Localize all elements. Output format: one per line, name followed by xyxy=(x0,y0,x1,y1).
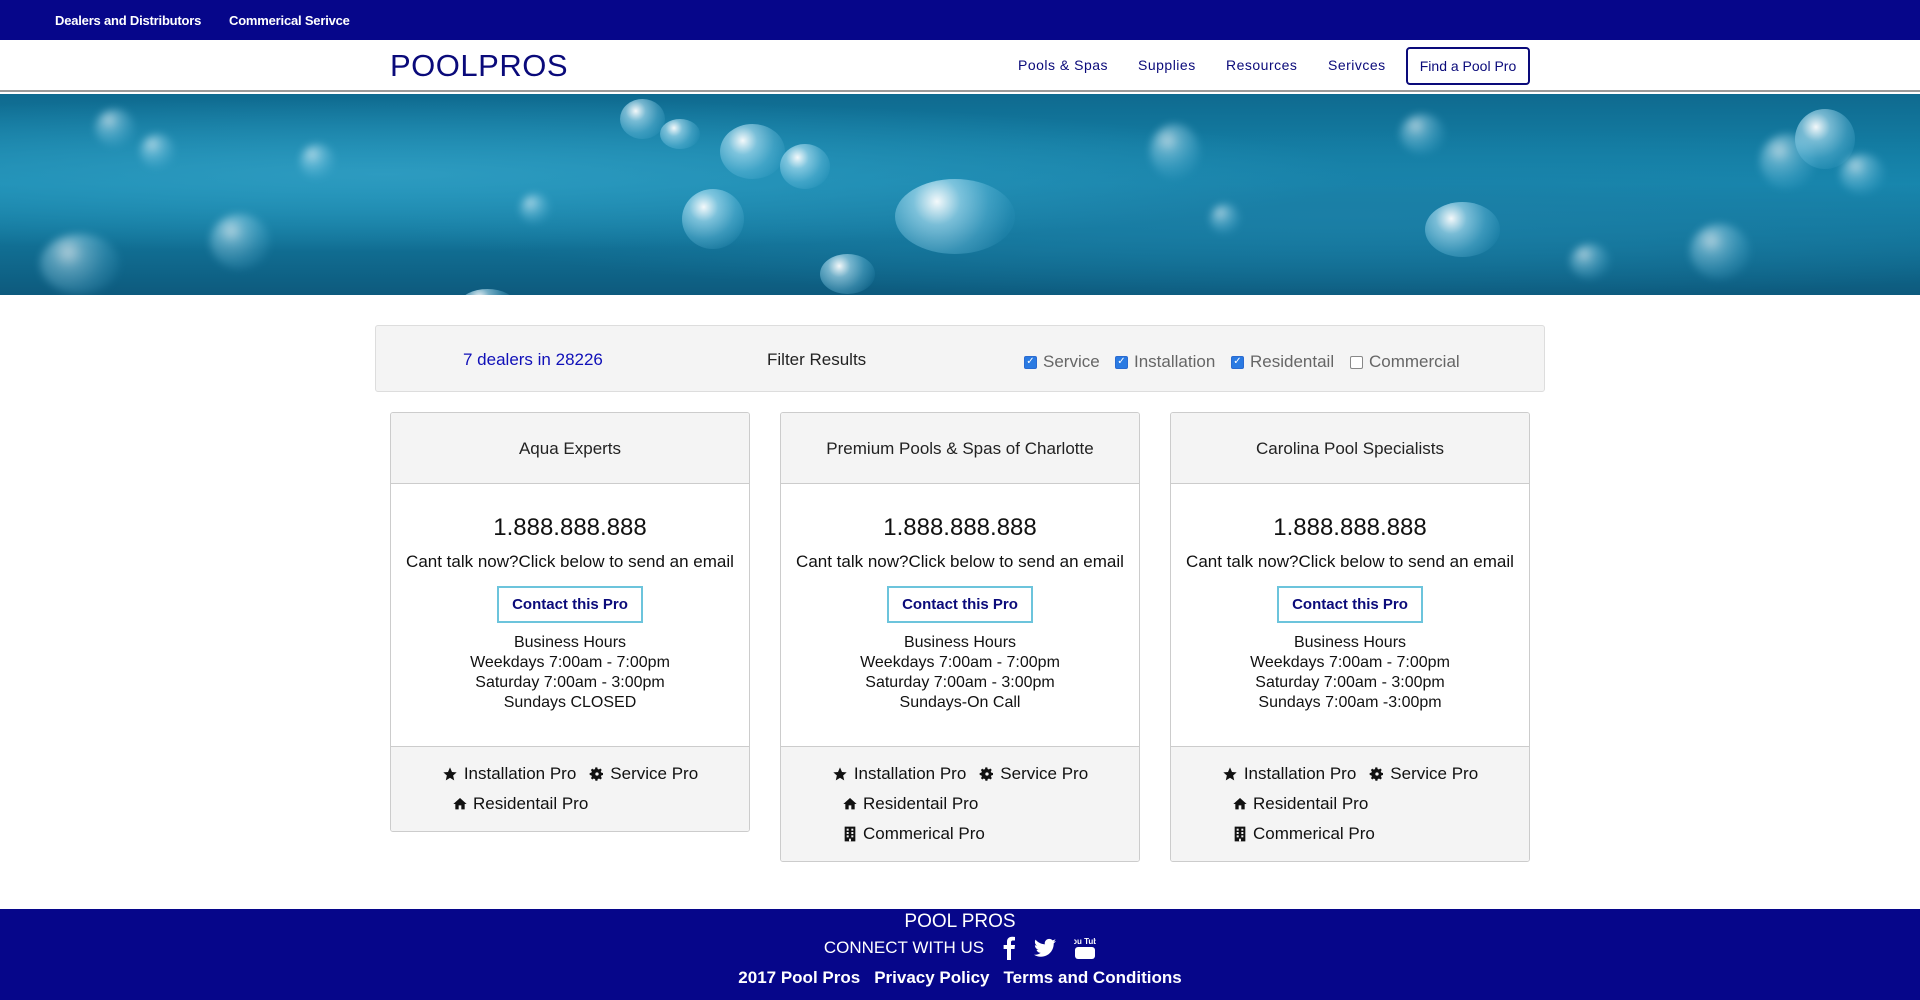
tag-service: Service Pro xyxy=(1000,764,1089,783)
footer-title: POOL PROS xyxy=(904,911,1016,932)
business-hours: Business Hours Weekdays 7:00am - 7:00pm … xyxy=(1171,633,1529,713)
dealer-name: Carolina Pool Specialists xyxy=(1171,413,1529,484)
business-hours: Business Hours Weekdays 7:00am - 7:00pm … xyxy=(781,633,1139,713)
tag-service: Service Pro xyxy=(1390,764,1479,783)
filter-bar: 7 dealers in 28226 Filter Results ✓ Serv… xyxy=(375,325,1545,392)
dealer-tags: Installation Pro Service Pro Residentail… xyxy=(391,747,749,831)
connect-label: CONNECT WITH US xyxy=(823,938,985,957)
tag-service: Service Pro xyxy=(610,764,699,783)
gear-icon xyxy=(1368,766,1385,783)
dealer-tags: Installation Pro Service Pro Residentail… xyxy=(1171,747,1529,861)
hero-banner xyxy=(0,94,1920,295)
dealer-tags: Installation Pro Service Pro Residentail… xyxy=(781,747,1139,861)
filter-residential-label: Residentail xyxy=(1250,352,1335,371)
hours-sunday: Sundays CLOSED xyxy=(503,694,637,711)
checkbox-checked-icon[interactable]: ✓ xyxy=(1115,355,1128,369)
filter-residential-checkbox[interactable]: ✓ Residentail xyxy=(1231,352,1334,372)
hours-saturday: Saturday 7:00am - 3:00pm xyxy=(865,674,1055,691)
privacy-policy-link[interactable]: Privacy Policy xyxy=(874,968,989,988)
business-hours: Business Hours Weekdays 7:00am - 7:00pm … xyxy=(391,633,749,713)
checkbox-unchecked-icon[interactable] xyxy=(1350,355,1363,369)
nav-pools-spas[interactable]: Pools & Spas xyxy=(1018,57,1108,73)
checkbox-checked-icon[interactable]: ✓ xyxy=(1024,355,1037,369)
email-prompt: Cant talk now?Click below to send an ema… xyxy=(796,552,1124,571)
youtube-icon[interactable]: You Tube xyxy=(1074,936,1096,960)
nav-supplies[interactable]: Supplies xyxy=(1138,57,1196,73)
email-prompt: Cant talk now?Click below to send an ema… xyxy=(406,552,734,571)
home-icon xyxy=(1231,796,1248,813)
tag-residential: Residentail Pro xyxy=(473,794,589,813)
filter-installation-checkbox[interactable]: ✓ Installation xyxy=(1115,352,1215,372)
filter-installation-label: Installation xyxy=(1134,352,1216,371)
hours-saturday: Saturday 7:00am - 3:00pm xyxy=(1255,674,1445,691)
dealer-phone[interactable]: 1.888.888.888 xyxy=(391,514,749,542)
contact-pro-button[interactable]: Contact this Pro xyxy=(1277,586,1423,623)
filter-service-label: Service xyxy=(1043,352,1100,371)
hours-title: Business Hours xyxy=(903,634,1017,651)
tag-installation: Installation Pro xyxy=(1243,764,1357,783)
dealer-phone[interactable]: 1.888.888.888 xyxy=(781,514,1139,542)
dealer-name: Premium Pools & Spas of Charlotte xyxy=(781,413,1139,484)
main-nav: POOLPROS Pools & Spas Supplies Resources… xyxy=(0,40,1920,92)
contact-pro-button[interactable]: Contact this Pro xyxy=(497,586,643,623)
gear-icon xyxy=(588,766,605,783)
star-icon xyxy=(1222,766,1239,783)
dealer-phone[interactable]: 1.888.888.888 xyxy=(1171,514,1529,542)
footer: POOL PROS CONNECT WITH US You Tube 2017 … xyxy=(0,909,1920,1000)
twitter-icon[interactable] xyxy=(1034,938,1057,958)
top-utility-bar: Dealers and Distributors Commerical Seri… xyxy=(0,0,1920,40)
tag-residential: Residentail Pro xyxy=(863,794,979,813)
find-pool-pro-button[interactable]: Find a Pool Pro xyxy=(1406,47,1530,85)
star-icon xyxy=(832,766,849,783)
footer-links: 2017 Pool Pros Privacy Policy Terms and … xyxy=(0,968,1920,988)
hours-title: Business Hours xyxy=(1293,634,1407,651)
home-icon xyxy=(841,796,858,813)
youtube-icon-label: You Tube xyxy=(1074,937,1096,946)
tag-installation: Installation Pro xyxy=(463,764,577,783)
building-icon xyxy=(1231,826,1248,843)
dealer-card: Premium Pools & Spas of Charlotte 1.888.… xyxy=(780,412,1140,862)
hours-weekdays: Weekdays 7:00am - 7:00pm xyxy=(860,654,1060,671)
home-icon xyxy=(451,796,468,813)
email-prompt: Cant talk now?Click below to send an ema… xyxy=(1186,552,1514,571)
hours-sunday: Sundays-On Call xyxy=(899,694,1021,711)
dealer-card: Carolina Pool Specialists 1.888.888.888 … xyxy=(1170,412,1530,862)
terms-link[interactable]: Terms and Conditions xyxy=(1004,968,1182,988)
nav-resources[interactable]: Resources xyxy=(1226,57,1297,73)
dealers-distributors-link[interactable]: Dealers and Distributors xyxy=(55,13,201,28)
hours-title: Business Hours xyxy=(513,634,627,651)
filter-commercial-label: Commercial xyxy=(1369,352,1460,371)
hours-weekdays: Weekdays 7:00am - 7:00pm xyxy=(470,654,670,671)
checkbox-checked-icon[interactable]: ✓ xyxy=(1231,355,1244,369)
tag-installation: Installation Pro xyxy=(853,764,967,783)
hours-sunday: Sundays 7:00am -3:00pm xyxy=(1258,694,1442,711)
dealer-card: Aqua Experts 1.888.888.888 Cant talk now… xyxy=(390,412,750,832)
dealer-name: Aqua Experts xyxy=(391,413,749,484)
hours-saturday: Saturday 7:00am - 3:00pm xyxy=(475,674,665,691)
tag-commercial: Commerical Pro xyxy=(1253,824,1375,843)
footer-connect: CONNECT WITH US You Tube xyxy=(0,936,1920,960)
logo[interactable]: POOLPROS xyxy=(390,48,568,84)
tag-residential: Residentail Pro xyxy=(1253,794,1369,813)
star-icon xyxy=(442,766,459,783)
footer-copyright: 2017 Pool Pros xyxy=(738,968,861,987)
filter-service-checkbox[interactable]: ✓ Service xyxy=(1024,352,1100,372)
commercial-service-link[interactable]: Commerical Serivce xyxy=(229,13,350,28)
hours-weekdays: Weekdays 7:00am - 7:00pm xyxy=(1250,654,1450,671)
tag-commercial: Commerical Pro xyxy=(863,824,985,843)
contact-pro-button[interactable]: Contact this Pro xyxy=(887,586,1033,623)
building-icon xyxy=(841,826,858,843)
facebook-icon[interactable] xyxy=(1002,936,1016,960)
gear-icon xyxy=(978,766,995,783)
filter-commercial-checkbox[interactable]: Commercial xyxy=(1350,352,1460,372)
dealer-count: 7 dealers in 28226 xyxy=(463,350,603,369)
filter-results-label: Filter Results xyxy=(767,350,867,369)
nav-services[interactable]: Serivces xyxy=(1328,57,1386,73)
